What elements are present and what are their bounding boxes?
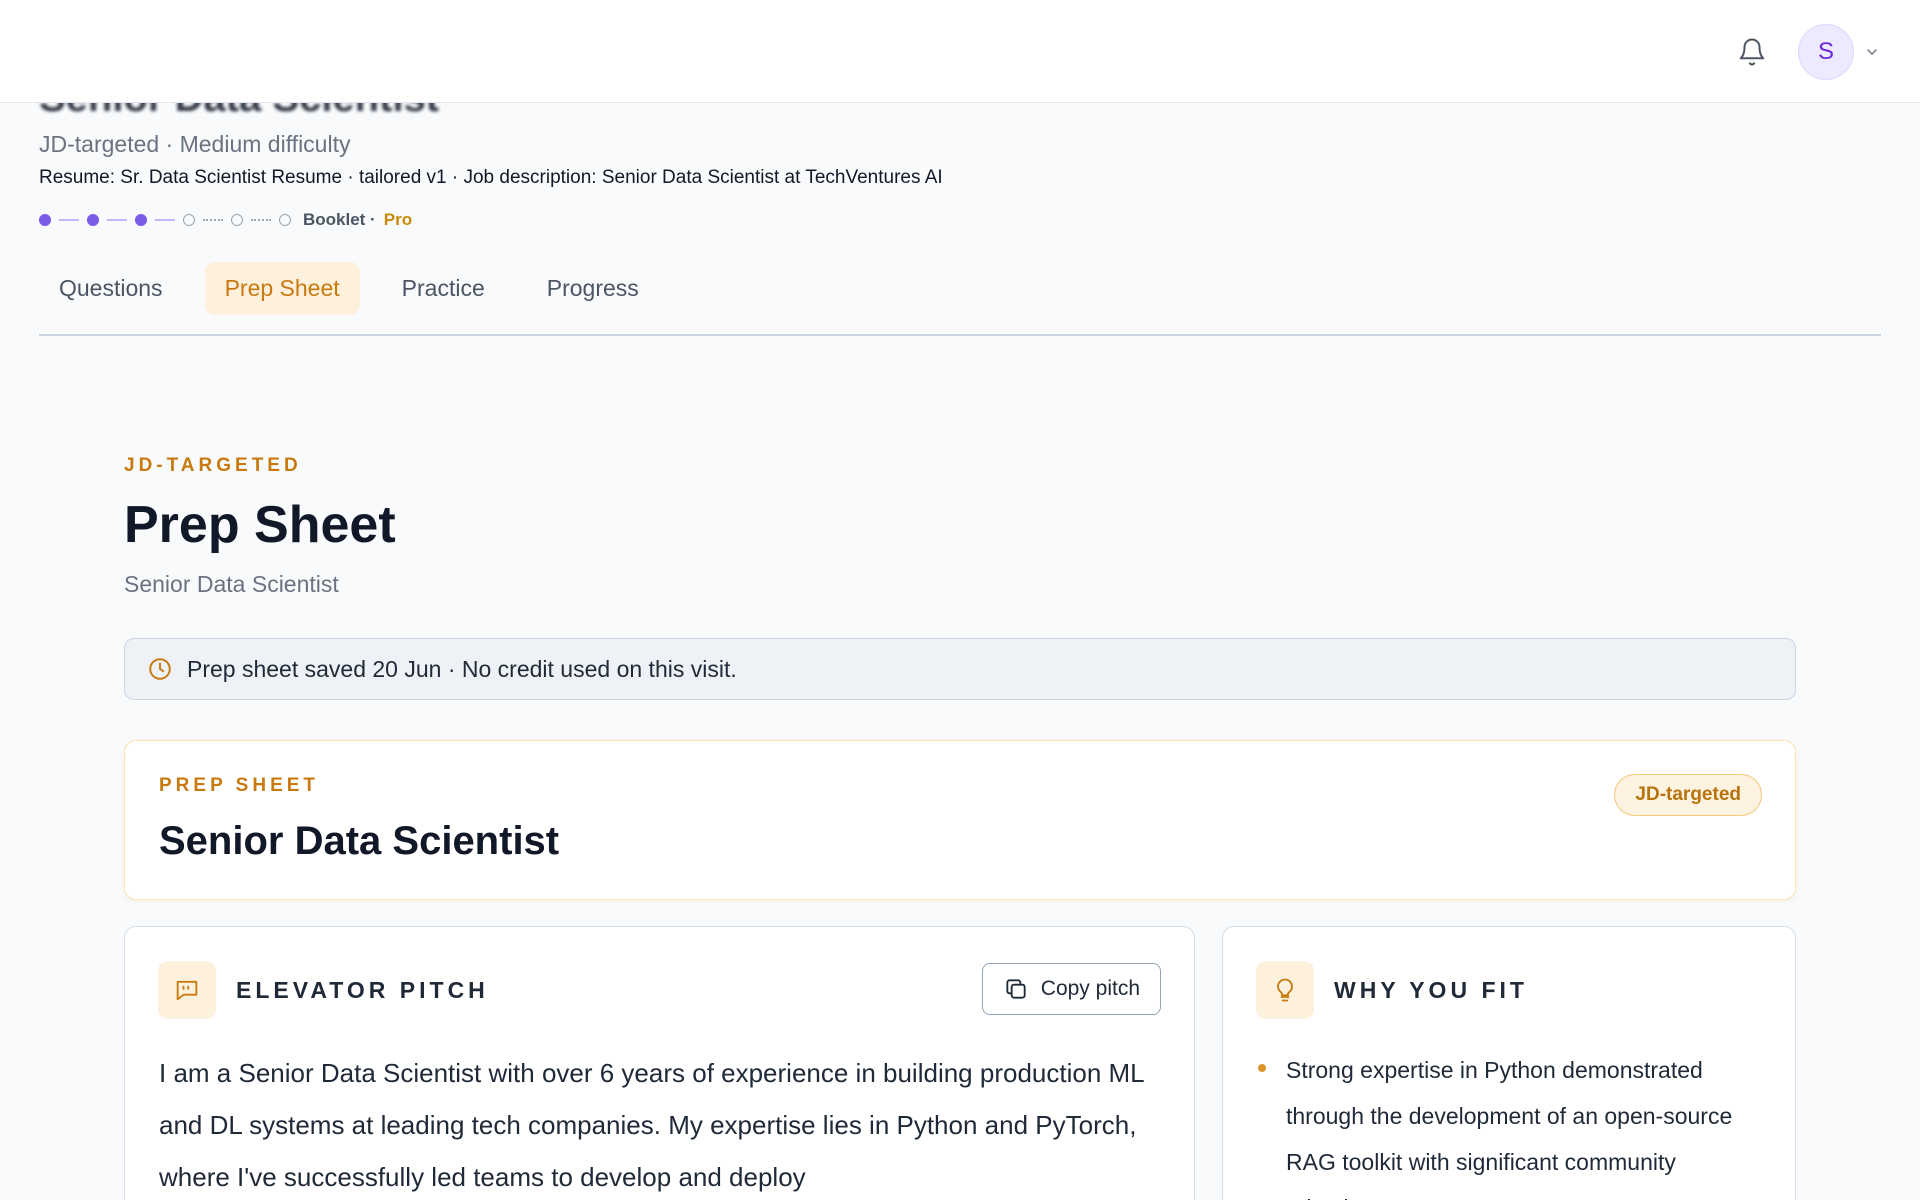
why-you-fit-heading: WHY YOU FIT [1334,976,1528,1003]
stepper-pro-label: Pro [383,210,413,229]
tab-questions[interactable]: Questions [39,262,183,315]
why-you-fit-card: WHY YOU FIT Strong expertise in Python d… [1222,926,1796,1200]
step-connector [107,219,127,221]
why-you-fit-list: Strong expertise in Python demonstrated … [1256,1047,1766,1200]
summary-title: Senior Data Scientist [159,819,560,863]
speech-bubble-icon [176,980,198,1001]
clock-icon [149,658,171,680]
copy-icon [1006,979,1026,999]
icon-tile [158,961,216,1019]
jd-targeted-badge: JD-targeted [1614,774,1762,816]
list-item: Strong expertise in Python demonstrated … [1256,1047,1766,1200]
step-connector [155,219,175,221]
step-dot [183,214,195,226]
session-meta: Resume: Sr. Data Scientist Resume · tail… [39,167,943,188]
progress-stepper: Booklet · Pro [39,208,1881,232]
copy-pitch-button[interactable]: Copy pitch [981,963,1161,1015]
icon-tile [1256,961,1314,1019]
tab-practice[interactable]: Practice [382,262,505,315]
page-subtitle: Senior Data Scientist [124,571,339,597]
step-connector [59,219,79,221]
why-you-fit-header: WHY YOU FIT [1256,961,1528,1019]
saved-notice: Prep sheet saved 20 Jun · No credit used… [124,638,1796,700]
elevator-pitch-heading: ELEVATOR PITCH [236,976,489,1003]
tab-bar: Questions Prep Sheet Practice Progress [39,262,1881,336]
saved-notice-text: Prep sheet saved 20 Jun · No credit used… [187,655,737,682]
page-eyebrow: JD-TARGETED [124,455,302,476]
stepper-label: Booklet · [303,210,376,229]
account-menu[interactable]: S [1798,24,1880,80]
copy-pitch-label: Copy pitch [1040,977,1140,1000]
prep-sheet-header: JD-TARGETED Prep Sheet Senior Data Scien… [124,455,1796,598]
page-title: Prep Sheet [124,496,396,554]
lightbulb-icon [1277,978,1293,1002]
summary-eyebrow: PREP SHEET [159,775,320,796]
step-dot [87,214,99,226]
step-dot [279,214,291,226]
step-dot [231,214,243,226]
bell-icon [1739,38,1765,66]
elevator-pitch-card: ELEVATOR PITCH Copy pitch I am a Senior … [124,926,1195,1200]
prep-sheet-summary-card: PREP SHEET Senior Data Scientist JD-targ… [124,740,1796,900]
top-bar: S [0,0,1920,103]
step-dot [39,214,51,226]
avatar[interactable]: S [1798,24,1854,80]
notifications-button[interactable] [1732,32,1772,72]
elevator-pitch-header: ELEVATOR PITCH [158,961,489,1019]
step-connector [251,219,271,221]
tab-progress[interactable]: Progress [527,262,659,315]
step-dot [135,214,147,226]
elevator-pitch-text: I am a Senior Data Scientist with over 6… [159,1058,1144,1192]
chevron-down-icon [1867,49,1877,55]
tab-prep-sheet[interactable]: Prep Sheet [204,262,360,315]
step-connector [203,219,223,221]
session-subtitle: JD-targeted · Medium difficulty [39,131,351,157]
topbar-actions: S [1732,22,1880,82]
